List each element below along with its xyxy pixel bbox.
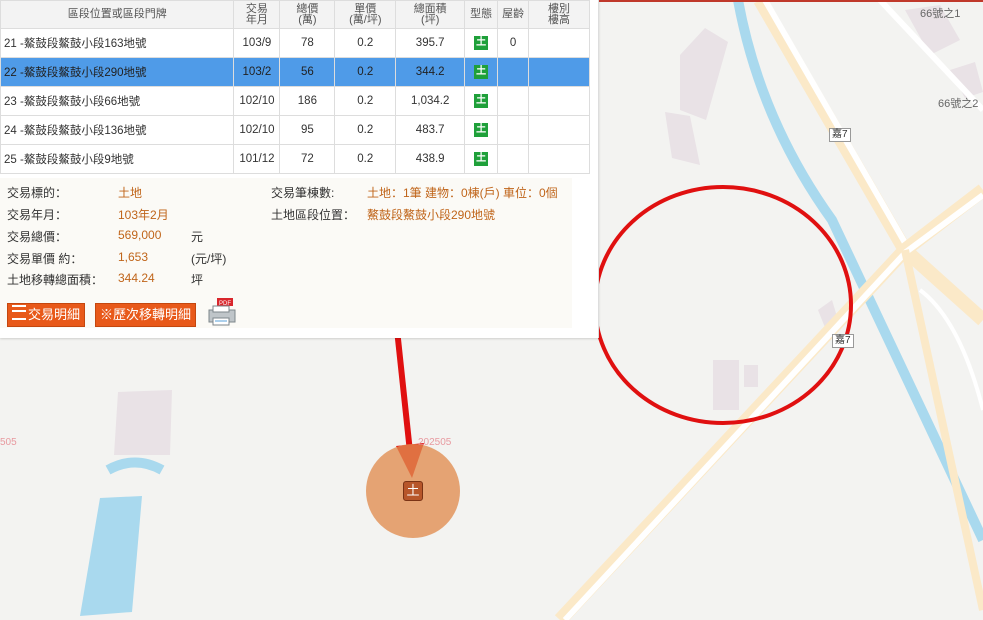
- land-type-icon: 土: [474, 123, 489, 137]
- land-marker-icon[interactable]: 土: [403, 481, 423, 501]
- cell-location[interactable]: 22 -鰲鼓段鰲鼓小段290地號: [0, 57, 235, 87]
- transaction-table: 區段位置或區段門牌 交易 年月 總價 (萬) 單價 (萬/坪) 總面積 (坪) 型態 屋…: [0, 0, 590, 174]
- cell-age: 0: [497, 28, 530, 58]
- col-age: 屋齡: [497, 0, 530, 29]
- cell-age: [497, 115, 530, 145]
- land-type-icon: 土: [474, 94, 489, 108]
- map-top-border: [598, 0, 983, 2]
- land-type-icon: 土: [474, 152, 489, 166]
- transaction-panel: 區段位置或區段門牌 交易 年月 總價 (萬) 單價 (萬/坪) 總面積 (坪) 型態 屋…: [0, 0, 599, 338]
- cell-location[interactable]: 24 -鰲鼓段鰲鼓小段136地號: [0, 115, 235, 145]
- parcel-label-edge: 505: [0, 437, 17, 448]
- cell-total: 78: [279, 28, 336, 58]
- col-total: 總價 (萬): [279, 0, 336, 29]
- cell-unit: 0.2: [334, 28, 397, 58]
- col-location: 區段位置或區段門牌: [0, 0, 235, 29]
- cell-total: 186: [279, 86, 336, 116]
- cell-area: 1,034.2: [395, 86, 466, 116]
- cell-unit: 0.2: [334, 115, 397, 145]
- cell-age: [497, 86, 530, 116]
- cell-age: [497, 144, 530, 174]
- table-row[interactable]: 25 -鰲鼓段鰲鼓小段9地號 101/12 72 0.2 438.9 土: [0, 144, 590, 174]
- road-marker-7b: 嘉7: [832, 334, 854, 348]
- list-icon: [12, 305, 26, 320]
- cell-type: 土: [464, 28, 499, 58]
- land-location-value: 鰲鼓段鰲鼓小段290地號: [367, 208, 496, 222]
- count-value: 土地：1筆 建物：0棟(戶) 車位：0個: [367, 186, 558, 200]
- col-unit: 單價 (萬/坪): [334, 0, 397, 29]
- cell-type: 土: [464, 86, 499, 116]
- cell-floor: [528, 115, 590, 145]
- cell-area: 438.9: [395, 144, 466, 174]
- date-value: 103年2月: [118, 208, 169, 222]
- area-label: 土地移轉總面積：: [7, 273, 104, 287]
- cell-location[interactable]: 23 -鰲鼓段鰲鼓小段66地號: [0, 86, 235, 116]
- table-row[interactable]: 23 -鰲鼓段鰲鼓小段66地號 102/10 186 0.2 1,034.2 土: [0, 86, 590, 116]
- map-label-66-2: 66號之2: [938, 98, 979, 110]
- transfer-history-button[interactable]: ※歷次移轉明細: [95, 303, 197, 327]
- transaction-detail: 交易標的： 土地 交易年月： 103年2月 交易總價： 569,000 元 交易…: [0, 178, 572, 328]
- land-type-icon: 土: [474, 65, 489, 79]
- cell-date: 102/10: [233, 115, 281, 145]
- unit-price-label: 交易單價 約：: [7, 252, 83, 266]
- cell-date: 101/12: [233, 144, 281, 174]
- subject-label: 交易標的：: [7, 186, 68, 200]
- table-row[interactable]: 21 -鰲鼓段鰲鼓小段163地號 103/9 78 0.2 395.7 土 0: [0, 28, 590, 58]
- cell-date: 102/10: [233, 86, 281, 116]
- cell-total: 95: [279, 115, 336, 145]
- table-row[interactable]: 24 -鰲鼓段鰲鼓小段136地號 102/10 95 0.2 483.7 土: [0, 115, 590, 145]
- map-label-66-1: 66號之1: [920, 8, 961, 20]
- cell-area: 395.7: [395, 28, 466, 58]
- cell-unit: 0.2: [334, 86, 397, 116]
- table-row-selected[interactable]: 22 -鰲鼓段鰲鼓小段290地號 103/2 56 0.2 344.2 土: [0, 57, 590, 87]
- cell-area: 344.2: [395, 57, 466, 87]
- cell-floor: [528, 57, 590, 87]
- cell-area: 483.7: [395, 115, 466, 145]
- area-value: 344.24: [118, 271, 155, 285]
- cell-unit: 0.2: [334, 144, 397, 174]
- cell-location[interactable]: 25 -鰲鼓段鰲鼓小段9地號: [0, 144, 235, 174]
- subject-value: 土地: [118, 186, 143, 200]
- cell-total: 56: [279, 57, 336, 87]
- cell-date: 103/2: [233, 57, 281, 87]
- land-type-icon: 土: [474, 36, 489, 50]
- cell-floor: [528, 86, 590, 116]
- transaction-detail-button[interactable]: 交易明細: [7, 303, 86, 327]
- unit-price-unit: (元/坪): [191, 252, 227, 266]
- road-marker-7: 嘉7: [829, 128, 851, 142]
- cell-date: 103/9: [233, 28, 281, 58]
- count-label: 交易筆棟數:: [271, 186, 335, 200]
- area-unit: 坪: [191, 273, 204, 287]
- unit-price-value: 1,653: [118, 250, 149, 264]
- total-price-label: 交易總價：: [7, 230, 68, 244]
- cell-type: 土: [464, 115, 499, 145]
- cell-type: 土: [464, 144, 499, 174]
- cell-type: 土: [464, 57, 499, 87]
- pdf-print-icon[interactable]: PDF: [207, 298, 237, 326]
- cell-age: [497, 57, 530, 87]
- cell-floor: [528, 28, 590, 58]
- col-area: 總面積 (坪): [395, 0, 466, 29]
- col-floor: 樓別 樓高: [528, 0, 590, 29]
- col-type: 型態: [464, 0, 499, 29]
- col-date: 交易 年月: [233, 0, 281, 29]
- cell-total: 72: [279, 144, 336, 174]
- total-price-unit: 元: [191, 230, 204, 244]
- cell-unit: 0.2: [334, 57, 397, 87]
- total-price-value: 569,000: [118, 228, 162, 242]
- date-label: 交易年月：: [7, 208, 68, 222]
- cell-location[interactable]: 21 -鰲鼓段鰲鼓小段163地號: [0, 28, 235, 58]
- land-location-label: 土地區段位置：: [271, 208, 356, 222]
- cell-floor: [528, 144, 590, 174]
